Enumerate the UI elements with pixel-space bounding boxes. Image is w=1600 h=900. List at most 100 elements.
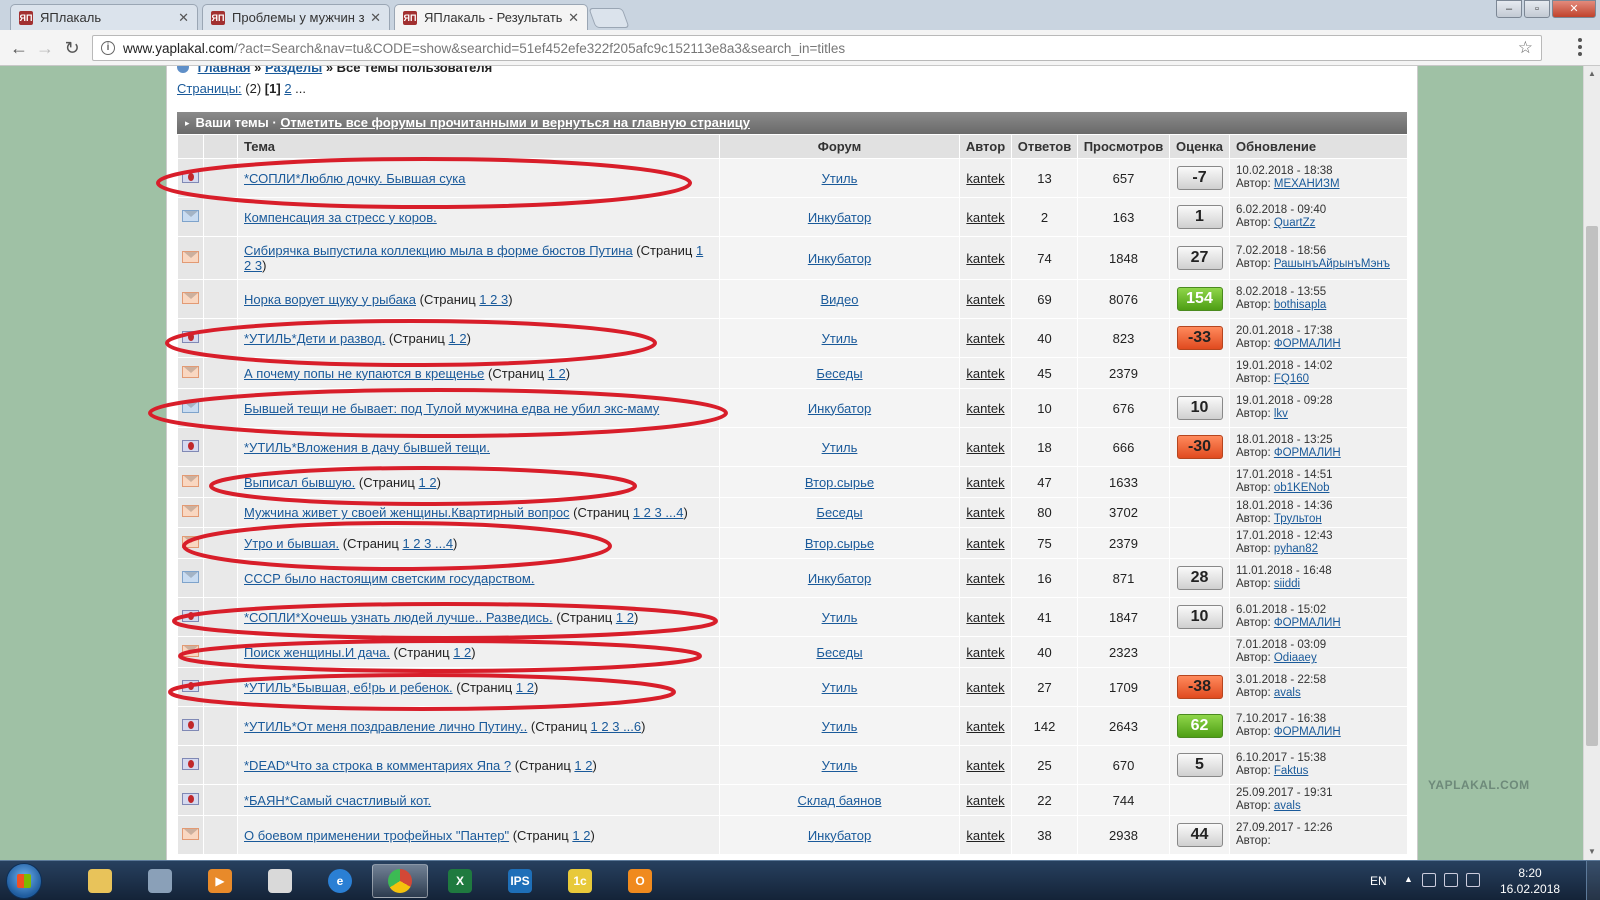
scroll-down-icon[interactable]: ▼ (1584, 844, 1600, 860)
rating-badge[interactable]: 5 (1176, 753, 1223, 777)
topic-pages-links[interactable]: 1 2 (548, 366, 566, 381)
topic-link[interactable]: *УТИЛЬ*От меня поздравление лично Путину… (244, 719, 527, 734)
crumb-sections-link[interactable]: Разделы (265, 66, 322, 75)
site-info-icon[interactable]: i (101, 41, 115, 55)
author-link[interactable]: kantek (966, 210, 1004, 225)
tab-yaplakal-home[interactable]: ЯП ЯПлакаль ✕ (10, 4, 198, 30)
rating-badge[interactable]: 1 (1176, 205, 1223, 229)
taskbar-1c-button[interactable]: 1c (552, 864, 608, 898)
author-link[interactable]: kantek (966, 366, 1004, 381)
forward-arrow-icon[interactable]: → (34, 38, 56, 58)
show-desktop-button[interactable] (1586, 861, 1600, 900)
browser-menu-icon[interactable] (1578, 38, 1582, 56)
window-close-button[interactable]: ✕ (1552, 0, 1596, 18)
forum-link[interactable]: Утиль (822, 680, 858, 695)
topic-link[interactable]: *СОПЛИ*Люблю дочку. Бывшая сука (244, 171, 466, 186)
forum-link[interactable]: Втор.сырье (805, 536, 874, 551)
author-link[interactable]: kantek (966, 610, 1004, 625)
forum-link[interactable]: Инкубатор (808, 251, 871, 266)
last-poster-link[interactable]: pyhan82 (1274, 543, 1318, 555)
forum-link[interactable]: Утиль (822, 440, 858, 455)
last-poster-link[interactable]: avals (1274, 800, 1301, 812)
forum-link[interactable]: Инкубатор (808, 210, 871, 225)
topic-link[interactable]: *БАЯН*Самый счастливый кот. (244, 793, 431, 808)
tray-expand-icon[interactable]: ▲ (1404, 874, 1413, 884)
topic-pages-links[interactable]: 1 2 (453, 645, 471, 660)
author-link[interactable]: kantek (966, 828, 1004, 843)
start-button[interactable] (6, 863, 42, 899)
tab-close-icon[interactable]: ✕ (178, 10, 189, 26)
topic-link[interactable]: Поиск женщины.И дача. (244, 645, 390, 660)
rating-badge[interactable]: -33 (1176, 326, 1223, 350)
page-2-link[interactable]: 2 (284, 81, 291, 96)
topic-pages-links[interactable]: 1 2 (516, 680, 534, 695)
last-poster-link[interactable]: bothisapla (1274, 299, 1326, 311)
forum-link[interactable]: Инкубатор (808, 401, 871, 416)
taskbar-excel-button[interactable]: X (432, 864, 488, 898)
crumb-home-link[interactable]: Главная (198, 66, 251, 75)
topic-pages-links[interactable]: 1 2 3 ...4 (633, 505, 684, 520)
language-indicator[interactable]: EN (1370, 874, 1387, 888)
rating-badge[interactable]: 62 (1176, 714, 1223, 738)
topic-link[interactable]: Компенсация за стресс у коров. (244, 210, 437, 225)
last-poster-link[interactable]: ФОРМАЛИН (1274, 338, 1341, 350)
tab-problems[interactable]: ЯП Проблемы у мужчин за ✕ (202, 4, 390, 30)
forum-link[interactable]: Видео (821, 292, 859, 307)
pages-label-link[interactable]: Страницы: (177, 81, 242, 96)
last-poster-link[interactable]: ob1KENob (1274, 482, 1330, 494)
tab-search-results[interactable]: ЯП ЯПлакаль - Результаты ✕ (394, 4, 588, 30)
tab-close-icon[interactable]: ✕ (370, 10, 381, 26)
topic-pages-links[interactable]: 1 2 3 ...4 (402, 536, 453, 551)
flag-icon[interactable] (1422, 873, 1436, 887)
last-poster-link[interactable]: ФОРМАЛИН (1274, 726, 1341, 738)
author-link[interactable]: kantek (966, 401, 1004, 416)
last-poster-link[interactable]: avals (1274, 687, 1301, 699)
rating-badge[interactable]: 154 (1176, 287, 1223, 311)
scrollbar-thumb[interactable] (1586, 226, 1598, 746)
scroll-up-icon[interactable]: ▲ (1584, 66, 1600, 82)
taskbar-explorer-button[interactable] (72, 864, 128, 898)
topic-link[interactable]: СССР было настоящим светским государство… (244, 571, 534, 586)
taskbar-ips-button[interactable]: IPS (492, 864, 548, 898)
forum-link[interactable]: Утиль (822, 171, 858, 186)
minimize-button[interactable]: – (1496, 0, 1522, 18)
rating-badge[interactable]: 28 (1176, 566, 1223, 590)
last-poster-link[interactable]: РашынъАйрынъМэнъ (1274, 258, 1390, 270)
forum-link[interactable]: Утиль (822, 610, 858, 625)
topic-link[interactable]: Выписал бывшую. (244, 475, 355, 490)
topic-link[interactable]: Утро и бывшая. (244, 536, 339, 551)
tab-close-icon[interactable]: ✕ (568, 10, 579, 26)
author-link[interactable]: kantek (966, 475, 1004, 490)
last-poster-link[interactable]: lkv (1274, 408, 1288, 420)
forum-link[interactable]: Утиль (822, 331, 858, 346)
forum-link[interactable]: Инкубатор (808, 571, 871, 586)
topic-pages-links[interactable]: 1 2 (449, 331, 467, 346)
forum-link[interactable]: Беседы (816, 366, 862, 381)
topic-link[interactable]: Мужчина живет у своей женщины.Квартирный… (244, 505, 570, 520)
topic-pages-links[interactable]: 1 2 (572, 828, 590, 843)
topic-link[interactable]: Норка ворует щуку у рыбака (244, 292, 416, 307)
author-link[interactable]: kantek (966, 793, 1004, 808)
forum-link[interactable]: Утиль (822, 719, 858, 734)
bookmark-star-icon[interactable]: ☆ (1518, 38, 1533, 58)
network-icon[interactable] (1466, 873, 1480, 887)
rating-badge[interactable]: 10 (1176, 605, 1223, 629)
last-poster-link[interactable]: Faktus (1274, 765, 1309, 777)
last-poster-link[interactable]: Трультон (1274, 513, 1322, 525)
author-link[interactable]: kantek (966, 536, 1004, 551)
forum-link[interactable]: Беседы (816, 505, 862, 520)
author-link[interactable]: kantek (966, 571, 1004, 586)
forum-link[interactable]: Инкубатор (808, 828, 871, 843)
back-arrow-icon[interactable]: ← (8, 38, 30, 58)
author-link[interactable]: kantek (966, 251, 1004, 266)
last-poster-link[interactable]: FQ160 (1274, 373, 1309, 385)
forum-link[interactable]: Утиль (822, 758, 858, 773)
topic-link[interactable]: *СОПЛИ*Хочешь узнать людей лучше.. Разве… (244, 610, 553, 625)
reload-icon[interactable]: ↻ (61, 38, 83, 58)
author-link[interactable]: kantek (966, 440, 1004, 455)
author-link[interactable]: kantek (966, 331, 1004, 346)
forum-link[interactable]: Беседы (816, 645, 862, 660)
last-poster-link[interactable]: siiddi (1274, 578, 1300, 590)
clock[interactable]: 8:20 16.02.2018 (1500, 865, 1560, 897)
taskbar-paint-button[interactable] (252, 864, 308, 898)
